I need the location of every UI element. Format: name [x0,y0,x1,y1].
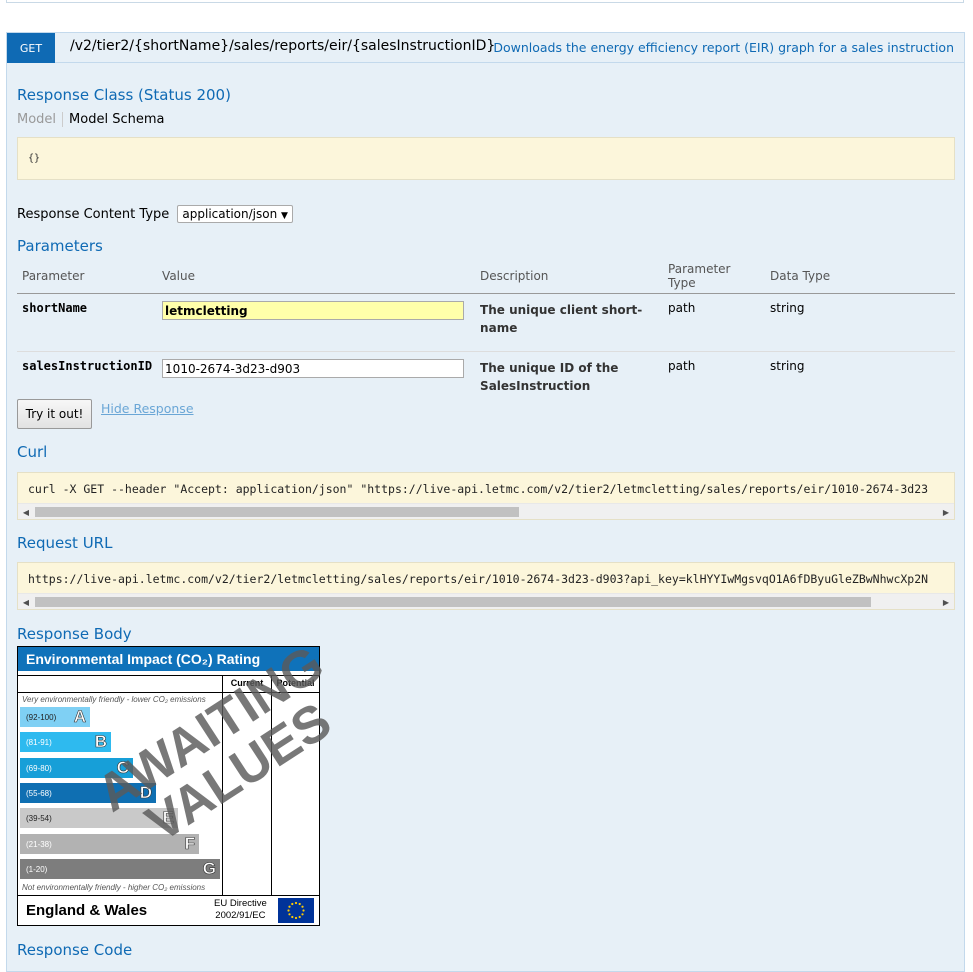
operation-heading[interactable]: GET /v2/tier2/{shortName}/sales/reports/… [7,33,964,63]
scroll-right-icon[interactable]: ▶ [938,504,954,519]
col-current: Current [230,678,264,688]
response-code-title: Response Code [17,941,133,959]
param-data-type: string [770,359,805,373]
band-range: (21-38) [26,839,52,849]
grid-line [271,675,272,895]
eir-graph-title: Environmental Impact (CO₂) Rating [18,647,319,671]
request-url-box: https://live-api.letmc.com/v2/tier2/letm… [17,562,955,610]
eir-graph-footer: England & Wales EU Directive 2002/91/EC [18,895,319,925]
col-data-type: Data Type [765,260,955,294]
note-bottom: Not environmentally friendly - higher CO… [22,883,206,892]
salesinstructionid-input[interactable] [162,359,465,378]
previous-operation-edge [6,0,964,3]
grid-line [18,692,319,693]
parameters-table: Parameter Value Description Parameter Ty… [17,260,955,404]
eir-graph-grid: Current Potential Very environmentally f… [18,675,319,895]
directive-line2: 2002/91/EC [215,910,266,921]
band-letter: B [94,732,107,752]
eu-directive: EU Directive 2002/91/EC [214,898,267,922]
scrollbar-thumb[interactable] [35,507,519,517]
eir-graph-image: Environmental Impact (CO₂) Rating Curren… [17,635,341,926]
param-name: salesInstructionID [22,359,153,373]
operation-path[interactable]: /v2/tier2/{shortName}/sales/reports/eir/… [70,38,495,54]
curl-title: Curl [17,443,48,461]
col-description: Description [475,260,664,294]
content-type-select[interactable]: application/json ▼ [177,205,293,223]
request-url-scrollbar[interactable]: ◀ ▶ [18,593,954,609]
response-content-type: Response Content Type application/json ▼ [17,205,293,223]
content-type-label: Response Content Type [17,207,170,222]
curl-box: curl -X GET --header "Accept: applicatio… [17,472,955,520]
eir-band-f: (21-38) F [20,833,199,854]
band-range: (81-91) [26,738,52,748]
eir-band-g: (1-20) G [20,858,220,879]
param-name: shortName [17,293,158,352]
col-parameter-type: Parameter Type [663,260,766,294]
scroll-left-icon[interactable]: ◀ [18,504,34,519]
request-url-title: Request URL [17,534,113,552]
band-letter: F [184,833,195,853]
band-letter: D [139,782,152,803]
response-class-title: Response Class (Status 200) [17,86,231,104]
directive-line1: EU Directive [214,898,267,909]
try-it-out-button[interactable]: Try it out! [17,399,92,429]
col-potential: Potential [276,678,315,688]
scrollbar-thumb[interactable] [35,597,871,607]
note-top: Very environmentally friendly - lower CO… [22,695,206,704]
param-type: path [668,359,696,373]
request-url-text: https://live-api.letmc.com/v2/tier2/letm… [28,572,929,586]
eir-band-c: (69-80) C [20,757,133,778]
band-range: (69-80) [26,763,52,773]
tab-model-schema[interactable]: Model Schema [63,112,164,127]
http-method-badge[interactable]: GET [7,33,55,63]
grid-line [18,675,319,676]
eir-band-d: (55-68) D [20,783,156,803]
band-letter: C [116,757,129,777]
country-label: England & Wales [26,902,148,919]
col-value: Value [157,260,476,294]
table-row: shortName The unique client short-name p… [17,293,955,352]
param-description: The unique client short-name [475,293,664,352]
param-value-cell [157,352,475,404]
curl-command: curl -X GET --header "Accept: applicatio… [28,482,929,496]
content-type-value: application/json [182,207,278,221]
param-description: The unique ID of the SalesInstruction [480,361,619,393]
band-range: (55-68) [26,788,52,798]
response-body-title: Response Body [17,625,132,643]
model-schema-box: {} [17,137,955,180]
band-letter: E [162,808,174,828]
operation-summary[interactable]: Downloads the energy efficiency report (… [493,40,954,55]
band-letter: A [73,707,86,727]
band-range: (1-20) [26,864,48,874]
eu-flag-icon [278,898,314,923]
grid-line [222,675,223,895]
scroll-left-icon[interactable]: ◀ [18,594,34,609]
tab-model[interactable]: Model [17,112,64,127]
eir-band-a: (92-100) A [20,707,90,727]
band-range: (92-100) [26,713,57,722]
band-letter: G [202,858,216,878]
scroll-right-icon[interactable]: ▶ [938,594,954,609]
band-range: (39-54) [26,814,52,824]
eir-band-b: (81-91) B [20,732,111,753]
parameters-title: Parameters [17,237,103,255]
param-data-type: string [765,293,955,352]
param-value-cell [157,293,476,352]
hide-response-link[interactable]: Hide Response [101,401,194,416]
curl-scrollbar[interactable]: ◀ ▶ [18,503,954,519]
dropdown-arrow-icon: ▼ [281,211,288,221]
eir-band-e: (39-54) E [20,808,178,829]
model-tabs: Model Model Schema [17,112,164,127]
param-type: path [663,293,766,352]
shortname-input[interactable] [162,301,465,320]
col-parameter: Parameter [17,260,158,294]
operation-panel: GET /v2/tier2/{shortName}/sales/reports/… [6,32,965,972]
table-row: salesInstructionID The unique ID of the … [17,352,955,404]
